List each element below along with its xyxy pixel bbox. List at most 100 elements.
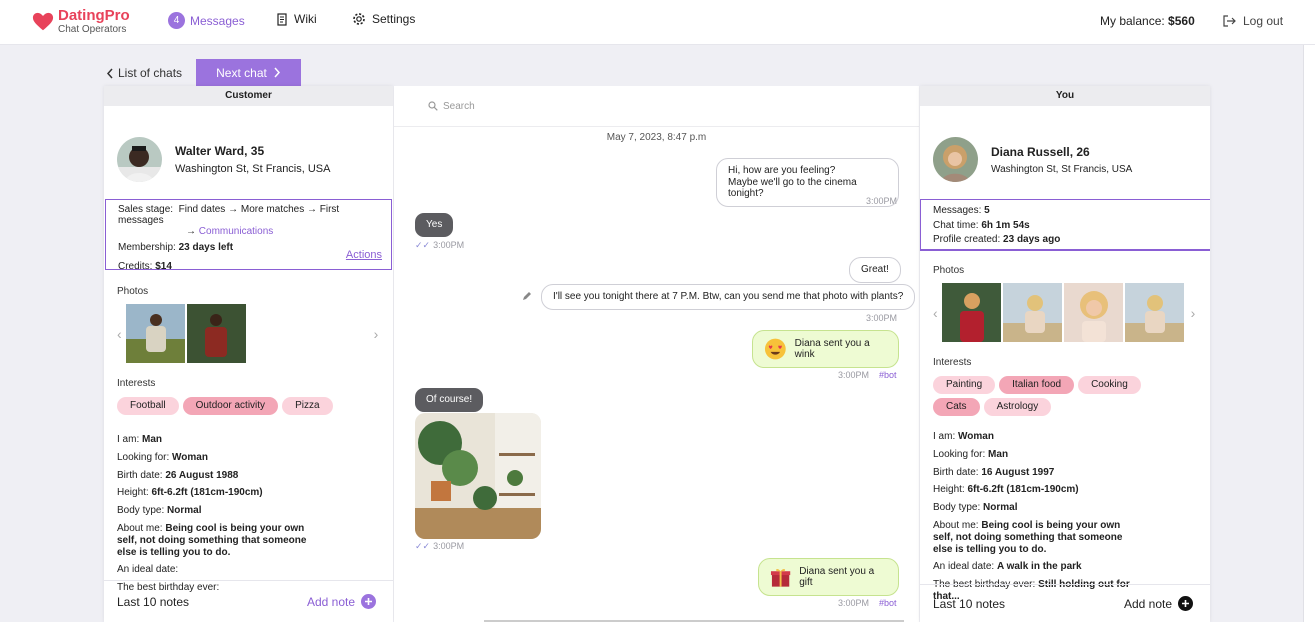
logo[interactable]: DatingPro Chat Operators — [32, 8, 130, 35]
you-interests: Painting Italian food Cooking Cats Astro… — [933, 376, 1173, 420]
interest-tag[interactable]: Italian food — [999, 376, 1075, 394]
you-add-note-button[interactable]: Add note — [1124, 596, 1193, 611]
brand-name: DatingPro — [58, 7, 130, 24]
you-avatar[interactable] — [933, 137, 978, 182]
nav-settings[interactable]: Settings — [352, 12, 415, 26]
interest-tag[interactable]: Cats — [933, 398, 980, 416]
attr-row: I am: Woman — [933, 431, 1137, 443]
nav-wiki[interactable]: Wiki — [276, 12, 317, 26]
photos-prev-icon[interactable]: ‹ — [117, 326, 122, 342]
attr-value: 6ft-6.2ft (181cm-190cm) — [967, 484, 1079, 496]
attr-row: Looking for: Man — [933, 449, 1137, 461]
customer-address: Washington St, St Francis, USA — [175, 163, 331, 175]
interest-tag[interactable]: Outdoor activity — [182, 397, 279, 415]
wink-event-bubble[interactable]: Diana sent you a wink — [752, 330, 899, 368]
interest-tag[interactable]: Cooking — [1078, 376, 1141, 394]
interest-tag[interactable]: Painting — [933, 376, 996, 394]
nav-messages[interactable]: 4 Messages — [168, 12, 245, 29]
message-time-row: ✓✓ 3:00PM — [415, 541, 464, 552]
credits-label: Credits: — [118, 260, 153, 272]
document-icon — [276, 12, 288, 26]
customer-attributes: I am: Man Looking for: Woman Birth date:… — [117, 434, 380, 594]
interest-tag[interactable]: Astrology — [983, 398, 1052, 416]
heart-logo-icon — [32, 12, 54, 30]
attr-row: I am: Man — [117, 434, 320, 446]
message-incoming[interactable]: Of course! — [415, 388, 484, 412]
attr-value: Man — [988, 448, 1009, 460]
customer-photos-label: Photos — [117, 286, 149, 297]
customer-photos: ‹ › — [117, 304, 380, 363]
gift-event-bubble[interactable]: Diana sent you a gift — [758, 558, 899, 596]
you-notes-title: Last 10 notes — [933, 596, 1006, 611]
message-outgoing[interactable]: I'll see you tonight there at 7 P.M. Btw… — [541, 284, 916, 310]
message-incoming[interactable]: Yes — [415, 213, 454, 237]
balance: My balance: $560 — [1100, 14, 1195, 28]
messages-count-badge: 4 — [168, 12, 185, 29]
plus-circle-icon — [361, 594, 376, 609]
communications-link[interactable]: Communications — [199, 226, 273, 237]
attr-label: I am: — [117, 434, 140, 445]
bot-tag[interactable]: #bot — [879, 370, 897, 380]
next-chat-button[interactable]: Next chat — [196, 59, 301, 86]
message-time: 3:00PM — [433, 541, 465, 551]
balance-label: My balance: — [1100, 14, 1165, 28]
actions-link[interactable]: Actions — [346, 248, 382, 264]
brand-subtitle: Chat Operators — [58, 24, 127, 35]
attr-row: About me: Being cool is being your own s… — [117, 523, 320, 558]
customer-photo-2[interactable] — [186, 304, 246, 363]
you-photo-2[interactable] — [1002, 283, 1062, 342]
chat-search[interactable]: Search — [394, 86, 919, 127]
logout-button[interactable]: Log out — [1223, 14, 1283, 28]
attr-label: Looking for: — [117, 451, 170, 463]
logout-icon — [1223, 15, 1236, 27]
attr-row: Body type: Normal — [933, 502, 1137, 514]
you-photo-3[interactable] — [1063, 283, 1123, 342]
edit-pencil-icon[interactable] — [522, 291, 532, 301]
attr-row: Height: 6ft-6.2ft (181cm-190cm) — [933, 484, 1137, 496]
attr-label: Birth date: — [117, 469, 163, 481]
credits: Credits: $14 — [118, 260, 379, 275]
you-header: You — [920, 86, 1210, 106]
chat-date: May 7, 2023, 8:47 p.m — [606, 132, 707, 143]
you-photo-4[interactable] — [1124, 283, 1184, 342]
attr-label: An ideal date: — [117, 564, 179, 576]
messages-stat: Messages: 5 — [933, 204, 1198, 219]
customer-avatar[interactable] — [117, 137, 162, 182]
heart-eyes-emoji-icon — [764, 338, 786, 360]
sales-stage-label: Sales stage: — [118, 204, 174, 215]
interest-tag[interactable]: Pizza — [282, 397, 333, 415]
customer-notes-bar: Last 10 notes Add note — [104, 580, 393, 622]
logout-label: Log out — [1243, 14, 1284, 28]
customer-photo-1[interactable] — [125, 304, 185, 363]
page-scrollbar[interactable] — [1303, 45, 1315, 622]
photos-next-icon[interactable]: › — [1191, 305, 1196, 321]
gift-event-text: Diana sent you a gift — [799, 565, 875, 589]
chat-time-stat: Chat time: 6h 1m 54s — [933, 219, 1198, 234]
message-outgoing[interactable]: Great! — [849, 257, 901, 283]
customer-add-note-button[interactable]: Add note — [307, 594, 376, 609]
attr-row: Height: 6ft-6.2ft (181cm-190cm) — [117, 487, 320, 499]
customer-panel: Customer Walter Ward, 35 Washington St, … — [104, 86, 393, 622]
attr-row: An ideal date: A walk in the park — [933, 561, 1137, 573]
chevron-left-icon — [106, 68, 113, 78]
profile-created-label: Profile created: — [933, 234, 1001, 245]
interest-tag[interactable]: Football — [117, 397, 179, 415]
attr-value: 26 August 1988 — [165, 469, 239, 481]
attr-row: Body type: Normal — [117, 505, 320, 517]
list-of-chats-label: List of chats — [118, 66, 183, 80]
chat-photo-plants[interactable] — [415, 413, 541, 539]
photos-next-icon[interactable]: › — [374, 326, 379, 342]
membership-value: 23 days left — [178, 242, 234, 253]
gear-icon — [352, 12, 366, 26]
gift-box-icon — [770, 568, 791, 587]
customer-profile: Walter Ward, 35 Washington St, St Franci… — [104, 106, 393, 199]
you-attributes: I am: Woman Looking for: Man Birth date:… — [933, 431, 1197, 603]
plus-circle-icon — [1178, 596, 1193, 611]
customer-header: Customer — [104, 86, 393, 106]
photos-prev-icon[interactable]: ‹ — [933, 305, 938, 321]
you-photo-1[interactable] — [941, 283, 1001, 342]
list-of-chats-link[interactable]: List of chats — [106, 66, 182, 80]
attr-label: Body type: — [117, 505, 165, 517]
bot-tag[interactable]: #bot — [879, 598, 897, 608]
sales-stage: Sales stage: Find dates → More matches →… — [118, 204, 340, 237]
